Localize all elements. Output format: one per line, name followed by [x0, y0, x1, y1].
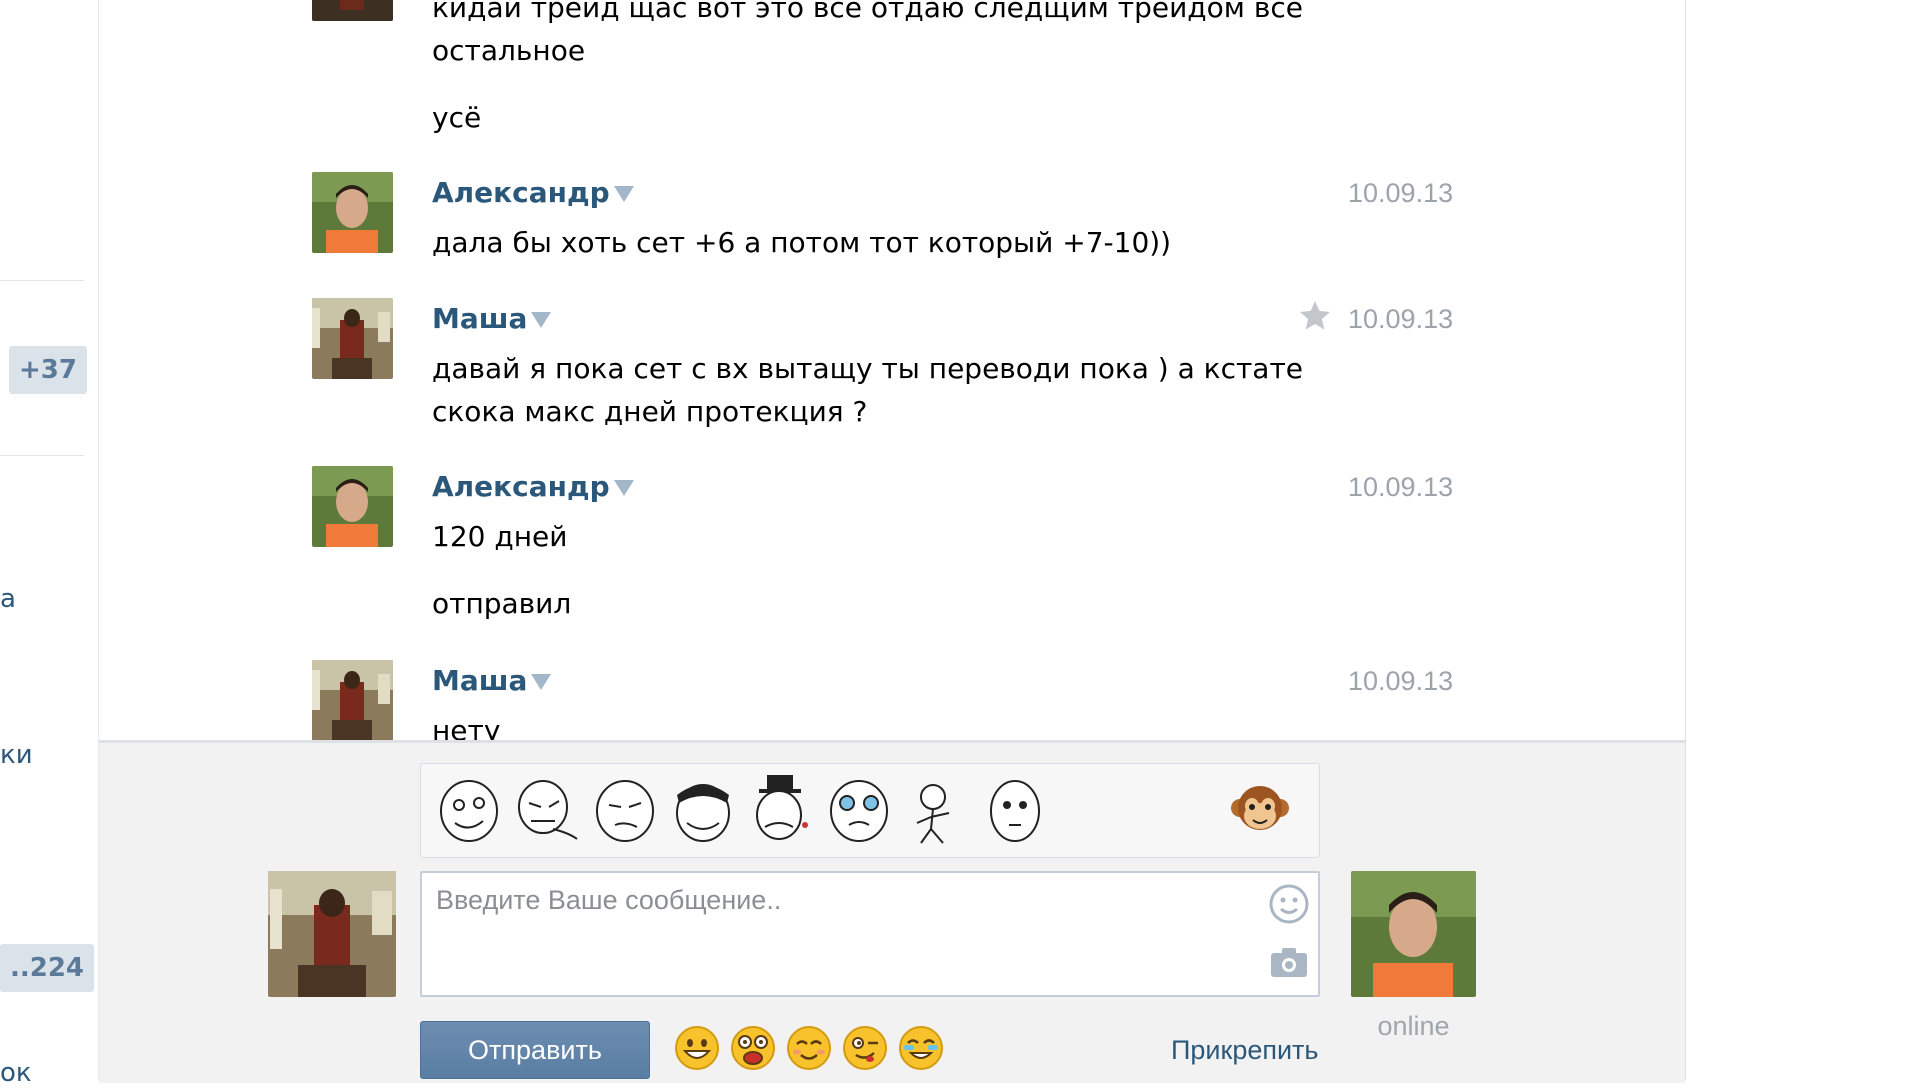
- message-composer: online Отправить Прикрепить: [99, 740, 1685, 1083]
- sidebar-item-fragment[interactable]: ки: [0, 740, 33, 770]
- sidebar-divider: [0, 280, 84, 281]
- my-avatar[interactable]: [268, 871, 396, 997]
- online-status: online: [1377, 1011, 1450, 1041]
- avatar[interactable]: [312, 172, 393, 253]
- chevron-down-icon[interactable]: [613, 480, 634, 496]
- sticker-rage-face-icon[interactable]: [903, 773, 971, 845]
- sticker-rage-face-icon[interactable]: [435, 773, 503, 845]
- message-author[interactable]: Александр: [432, 176, 634, 209]
- sticker-rage-face-icon[interactable]: [513, 773, 581, 845]
- emoji-blush-icon[interactable]: [786, 1025, 832, 1071]
- monkey-icon[interactable]: [1231, 782, 1289, 838]
- message-author[interactable]: Александр: [432, 470, 634, 503]
- sticker-rage-face-icon[interactable]: [669, 773, 737, 845]
- emoji-wink-icon[interactable]: [842, 1025, 888, 1071]
- sidebar-item-fragment[interactable]: ок: [0, 1058, 32, 1088]
- sidebar-item-fragment[interactable]: а: [0, 584, 16, 614]
- smile-icon[interactable]: [1268, 883, 1310, 925]
- star-icon[interactable]: [1297, 298, 1333, 334]
- sidebar-divider: [0, 455, 84, 456]
- message-text: 120 дней: [432, 520, 568, 553]
- message-input[interactable]: [422, 873, 1270, 997]
- sidebar-counter-badge[interactable]: +37: [9, 346, 87, 394]
- message-input-box[interactable]: [420, 871, 1320, 997]
- avatar[interactable]: [312, 466, 393, 547]
- avatar[interactable]: [312, 660, 393, 741]
- sticker-rage-face-icon[interactable]: [981, 773, 1049, 845]
- chevron-down-icon[interactable]: [531, 674, 552, 690]
- message-author[interactable]: Маша: [432, 664, 552, 697]
- chevron-down-icon[interactable]: [613, 186, 634, 202]
- sticker-rage-face-icon[interactable]: [747, 773, 815, 845]
- avatar[interactable]: [312, 298, 393, 379]
- send-button[interactable]: Отправить: [420, 1021, 650, 1079]
- recipient-avatar[interactable]: [1351, 871, 1476, 997]
- message-text: давай я пока сет с вх вытащу ты переводи…: [432, 352, 1303, 428]
- message-text: кидаи треид щас вот это все отдаю следщи…: [432, 0, 1303, 67]
- sticker-panel: [420, 763, 1320, 858]
- chevron-down-icon[interactable]: [531, 312, 552, 328]
- avatar[interactable]: [312, 0, 393, 21]
- message-text: усё: [432, 101, 482, 134]
- sticker-rage-face-icon[interactable]: [825, 773, 893, 845]
- message-text: отправил: [432, 587, 572, 620]
- message-text: дала бы хоть сет +6 а потом тот который …: [432, 226, 1172, 259]
- sidebar-counter-badge[interactable]: ..224: [0, 944, 95, 992]
- camera-icon[interactable]: [1268, 945, 1310, 979]
- message-author[interactable]: Маша: [432, 302, 552, 335]
- emoji-laugh-cry-icon[interactable]: [898, 1025, 944, 1071]
- emoji-shocked-icon[interactable]: [730, 1025, 776, 1071]
- attach-link[interactable]: Прикрепить: [1171, 1035, 1319, 1066]
- left-sidebar: +37 а ки ..224 ок: [0, 0, 99, 1088]
- message-date[interactable]: 10.09.13: [1348, 178, 1453, 209]
- message-date[interactable]: 10.09.13: [1348, 666, 1453, 697]
- message-date[interactable]: 10.09.13: [1348, 304, 1453, 335]
- sticker-rage-face-icon[interactable]: [591, 773, 659, 845]
- message-date[interactable]: 10.09.13: [1348, 472, 1453, 503]
- emoji-grin-icon[interactable]: [674, 1025, 720, 1071]
